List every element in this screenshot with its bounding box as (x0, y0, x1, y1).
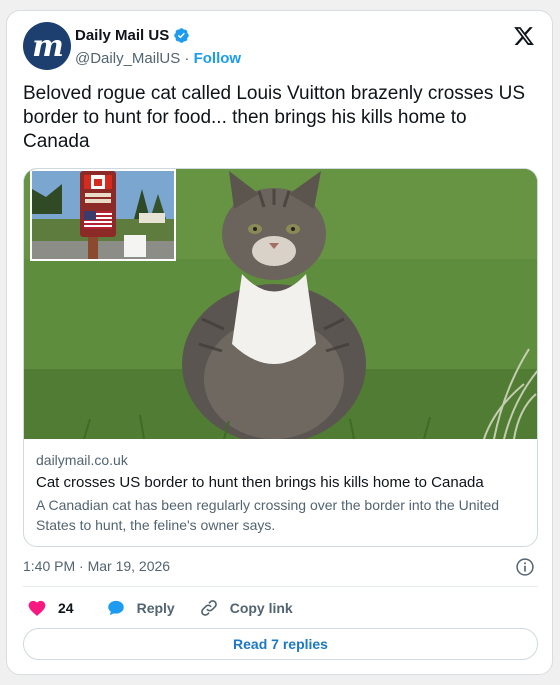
account-name-row: Daily Mail US (75, 27, 190, 44)
border-sign-inset-photo (30, 169, 176, 261)
link-domain: dailymail.co.uk (36, 452, 128, 468)
handle-separator: · (184, 50, 190, 67)
copy-link-button[interactable]: Copy link (199, 598, 293, 618)
account-handle[interactable]: @Daily_MailUS (75, 50, 180, 67)
avatar[interactable]: m (23, 22, 71, 70)
info-icon[interactable] (515, 557, 535, 577)
like-count: 24 (58, 600, 74, 616)
link-preview-image (24, 169, 537, 439)
tweet-text: Beloved rogue cat called Louis Vuitton b… (23, 83, 526, 152)
follow-button[interactable]: Follow (194, 50, 242, 67)
heart-icon (28, 600, 46, 616)
read-replies-button[interactable]: Read 7 replies (23, 628, 538, 660)
tweet-embed-card: m Daily Mail US @Daily_MailUS · Follow B… (6, 10, 553, 675)
reply-label: Reply (136, 600, 175, 616)
like-button[interactable]: 24 (27, 598, 74, 618)
divider (23, 586, 538, 587)
tweet-timestamp[interactable]: 1:40 PM · Mar 19, 2026 (23, 558, 170, 574)
avatar-letter: m (32, 28, 64, 64)
reply-bubble-icon (107, 600, 124, 616)
link-title: Cat crosses US border to hunt then bring… (36, 474, 484, 491)
reply-button[interactable]: Reply (106, 598, 175, 618)
handle-row: @Daily_MailUS · Follow (75, 50, 241, 67)
verified-badge-icon (174, 28, 189, 43)
x-logo-icon[interactable] (513, 25, 535, 47)
copy-link-label: Copy link (229, 600, 293, 616)
link-icon (200, 600, 217, 616)
link-preview-card[interactable]: dailymail.co.uk Cat crosses US border to… (23, 168, 538, 547)
action-bar: 24 Reply Copy link (23, 597, 293, 619)
cat-photo-illustration (24, 169, 537, 439)
account-name[interactable]: Daily Mail US (75, 27, 169, 44)
link-description: A Canadian cat has been regularly crossi… (36, 497, 500, 533)
